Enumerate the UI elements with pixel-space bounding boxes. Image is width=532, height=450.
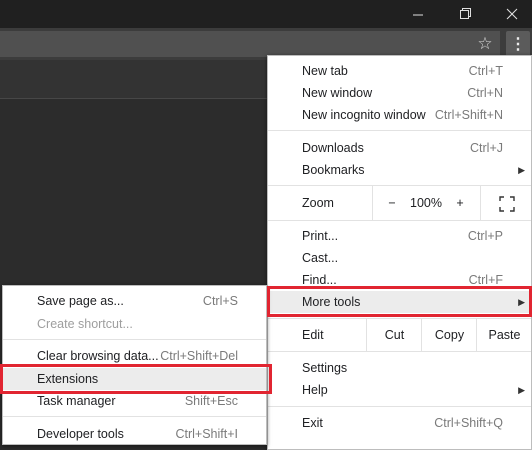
menu-item-create-shortcut[interactable]: Create shortcut... xyxy=(3,313,266,335)
cut-button[interactable]: Cut xyxy=(366,319,422,351)
menu-item-cast[interactable]: Cast... xyxy=(268,247,531,269)
bookmarks-label: Bookmarks xyxy=(302,163,365,177)
kebab-menu-icon[interactable]: ⋮ xyxy=(506,31,530,57)
close-icon[interactable] xyxy=(492,0,532,28)
developer-tools-label: Developer tools xyxy=(37,427,124,441)
address-bar[interactable] xyxy=(0,31,500,57)
exit-shortcut: Ctrl+Shift+Q xyxy=(434,416,503,430)
developer-tools-shortcut: Ctrl+Shift+I xyxy=(175,427,238,441)
new-window-label: New window xyxy=(302,86,373,100)
zoom-in-button[interactable]: + xyxy=(442,186,478,220)
submenu-arrow-icon: ▶ xyxy=(518,385,525,395)
menu-item-settings[interactable]: Settings xyxy=(268,357,531,379)
menu-divider xyxy=(268,220,531,221)
exit-label: Exit xyxy=(302,416,323,430)
downloads-label: Downloads xyxy=(302,141,364,155)
menu-item-help[interactable]: Help ▶ xyxy=(268,379,531,401)
menu-divider xyxy=(3,339,266,340)
minimize-icon[interactable] xyxy=(398,0,438,28)
extensions-highlight-box xyxy=(0,364,272,394)
more-tools-highlight-box xyxy=(267,286,532,317)
menu-item-new-tab[interactable]: New tab Ctrl+T xyxy=(268,60,531,82)
edit-label: Edit xyxy=(302,328,324,342)
menu-item-new-window[interactable]: New window Ctrl+N xyxy=(268,82,531,104)
zoom-level-value: 100% xyxy=(410,196,442,210)
menu-divider xyxy=(268,406,531,407)
menu-divider xyxy=(268,351,531,352)
new-tab-label: New tab xyxy=(302,64,348,78)
save-page-shortcut: Ctrl+S xyxy=(202,294,238,308)
copy-button[interactable]: Copy xyxy=(421,319,477,351)
menu-item-save-page[interactable]: Save page as... Ctrl+S xyxy=(3,290,266,312)
settings-label: Settings xyxy=(302,361,348,375)
menu-item-bookmarks[interactable]: Bookmarks ▶ xyxy=(268,159,531,181)
zoom-label: Zoom xyxy=(302,196,334,210)
create-shortcut-label: Create shortcut... xyxy=(37,317,133,331)
fullscreen-icon[interactable] xyxy=(480,186,532,220)
title-bar xyxy=(0,0,532,28)
cast-label: Cast... xyxy=(302,251,339,265)
menu-item-developer-tools[interactable]: Developer tools Ctrl+Shift+I xyxy=(3,423,266,445)
zoom-out-button[interactable]: − xyxy=(372,186,411,220)
downloads-shortcut: Ctrl+J xyxy=(470,141,503,155)
save-page-label: Save page as... xyxy=(37,294,124,308)
zoom-row: Zoom − 100% + xyxy=(268,186,531,220)
menu-divider xyxy=(268,130,531,131)
menu-item-exit[interactable]: Exit Ctrl+Shift+Q xyxy=(268,412,531,434)
print-shortcut: Ctrl+P xyxy=(467,229,503,243)
new-tab-shortcut: Ctrl+T xyxy=(468,64,503,78)
star-icon[interactable]: ☆ xyxy=(476,35,494,53)
edit-row: Edit Cut Copy Paste xyxy=(268,319,531,351)
new-incognito-shortcut: Ctrl+Shift+N xyxy=(434,108,503,122)
chrome-main-menu: New tab Ctrl+T New window Ctrl+N New inc… xyxy=(267,55,532,450)
menu-item-new-incognito[interactable]: New incognito window Ctrl+Shift+N xyxy=(268,104,531,126)
print-label: Print... xyxy=(302,229,339,243)
new-incognito-label: New incognito window xyxy=(302,108,426,122)
restore-icon[interactable] xyxy=(446,0,486,28)
help-label: Help xyxy=(302,383,328,397)
menu-item-print[interactable]: Print... Ctrl+P xyxy=(268,225,531,247)
submenu-arrow-icon: ▶ xyxy=(518,165,525,175)
menu-divider xyxy=(3,416,266,417)
menu-item-downloads[interactable]: Downloads Ctrl+J xyxy=(268,137,531,159)
paste-button[interactable]: Paste xyxy=(476,319,532,351)
new-window-shortcut: Ctrl+N xyxy=(467,86,503,100)
